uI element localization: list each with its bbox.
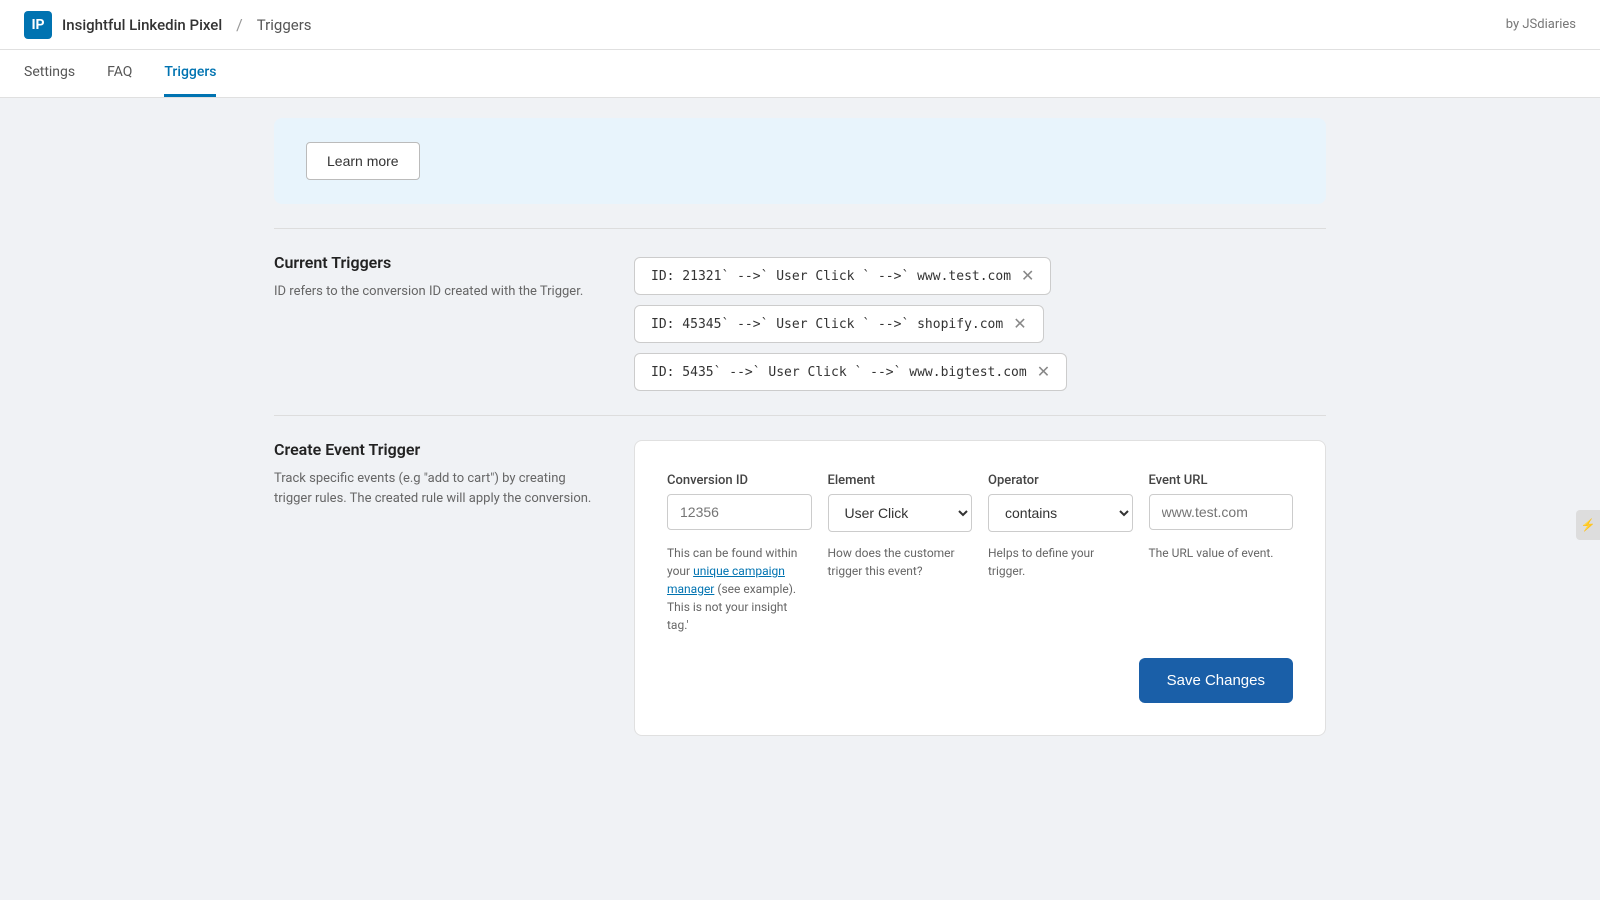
form-actions: Save Changes bbox=[667, 658, 1293, 703]
section-divider-2 bbox=[274, 415, 1326, 416]
event-url-field: Event URL bbox=[1149, 473, 1294, 532]
trigger-chip-3: ID: 5435` -->` User Click ` -->` www.big… bbox=[634, 353, 1067, 391]
learn-more-button[interactable]: Learn more bbox=[306, 142, 420, 180]
element-desc: How does the customer trigger this event… bbox=[828, 544, 973, 634]
conversion-id-desc: This can be found within your unique cam… bbox=[667, 544, 812, 634]
triggers-list: ID: 21321` -->` User Click ` -->` www.te… bbox=[634, 253, 1326, 391]
create-trigger-heading: Create Event Trigger bbox=[274, 440, 594, 459]
element-field: Element User Click Page View bbox=[828, 473, 973, 532]
nav-tabs: Settings FAQ Triggers bbox=[0, 50, 1600, 98]
current-triggers-section: Current Triggers ID refers to the conver… bbox=[274, 253, 1326, 391]
form-descriptions-row: This can be found within your unique cam… bbox=[667, 544, 1293, 634]
trigger-chip-2-text: ID: 45345` -->` User Click ` -->` shopif… bbox=[651, 317, 1003, 332]
main-content: Learn more Current Triggers ID refers to… bbox=[250, 98, 1350, 780]
event-url-desc: The URL value of event. bbox=[1149, 544, 1294, 634]
element-select[interactable]: User Click Page View bbox=[828, 494, 973, 532]
trigger-chip-1-close[interactable]: ✕ bbox=[1021, 268, 1034, 284]
create-trigger-section: Create Event Trigger Track specific even… bbox=[274, 440, 1326, 736]
header-right: by JSdiaries bbox=[1506, 17, 1576, 32]
operator-field: Operator contains equals starts with end… bbox=[988, 473, 1133, 532]
scroll-indicator[interactable]: ⚡ bbox=[1576, 510, 1600, 540]
current-triggers-heading: Current Triggers bbox=[274, 253, 594, 272]
trigger-chip-1: ID: 21321` -->` User Click ` -->` www.te… bbox=[634, 257, 1051, 295]
app-name: Insightful Linkedin Pixel bbox=[62, 16, 222, 34]
section-divider-1 bbox=[274, 228, 1326, 229]
tab-faq[interactable]: FAQ bbox=[107, 50, 132, 97]
create-trigger-description: Track specific events (e.g "add to cart"… bbox=[274, 469, 594, 508]
create-trigger-label: Create Event Trigger Track specific even… bbox=[274, 440, 594, 736]
tab-triggers[interactable]: Triggers bbox=[164, 50, 216, 97]
trigger-chip-1-text: ID: 21321` -->` User Click ` -->` www.te… bbox=[651, 269, 1011, 284]
app-logo: IP bbox=[24, 11, 52, 39]
trigger-chip-2-close[interactable]: ✕ bbox=[1013, 316, 1026, 332]
conversion-id-input[interactable] bbox=[667, 494, 812, 530]
event-url-input[interactable] bbox=[1149, 494, 1294, 530]
trigger-chip-2: ID: 45345` -->` User Click ` -->` shopif… bbox=[634, 305, 1044, 343]
event-url-label: Event URL bbox=[1149, 473, 1294, 488]
info-card: Learn more bbox=[274, 118, 1326, 204]
save-changes-button[interactable]: Save Changes bbox=[1139, 658, 1293, 703]
conversion-id-label: Conversion ID bbox=[667, 473, 812, 488]
header-left: IP Insightful Linkedin Pixel / Triggers bbox=[24, 11, 312, 39]
conversion-id-field: Conversion ID bbox=[667, 473, 812, 532]
app-header: IP Insightful Linkedin Pixel / Triggers … bbox=[0, 0, 1600, 50]
element-label: Element bbox=[828, 473, 973, 488]
breadcrumb-current: Triggers bbox=[257, 16, 312, 34]
trigger-chip-3-text: ID: 5435` -->` User Click ` -->` www.big… bbox=[651, 365, 1027, 380]
operator-select[interactable]: contains equals starts with ends with bbox=[988, 494, 1133, 532]
breadcrumb-separator: / bbox=[236, 15, 243, 34]
current-triggers-label: Current Triggers ID refers to the conver… bbox=[274, 253, 594, 391]
create-trigger-form-card: Conversion ID Element User Click Page Vi… bbox=[634, 440, 1326, 736]
form-fields-row: Conversion ID Element User Click Page Vi… bbox=[667, 473, 1293, 532]
trigger-chip-3-close[interactable]: ✕ bbox=[1037, 364, 1050, 380]
operator-desc: Helps to define your trigger. bbox=[988, 544, 1133, 634]
operator-label: Operator bbox=[988, 473, 1133, 488]
current-triggers-description: ID refers to the conversion ID created w… bbox=[274, 282, 594, 302]
tab-settings[interactable]: Settings bbox=[24, 50, 75, 97]
